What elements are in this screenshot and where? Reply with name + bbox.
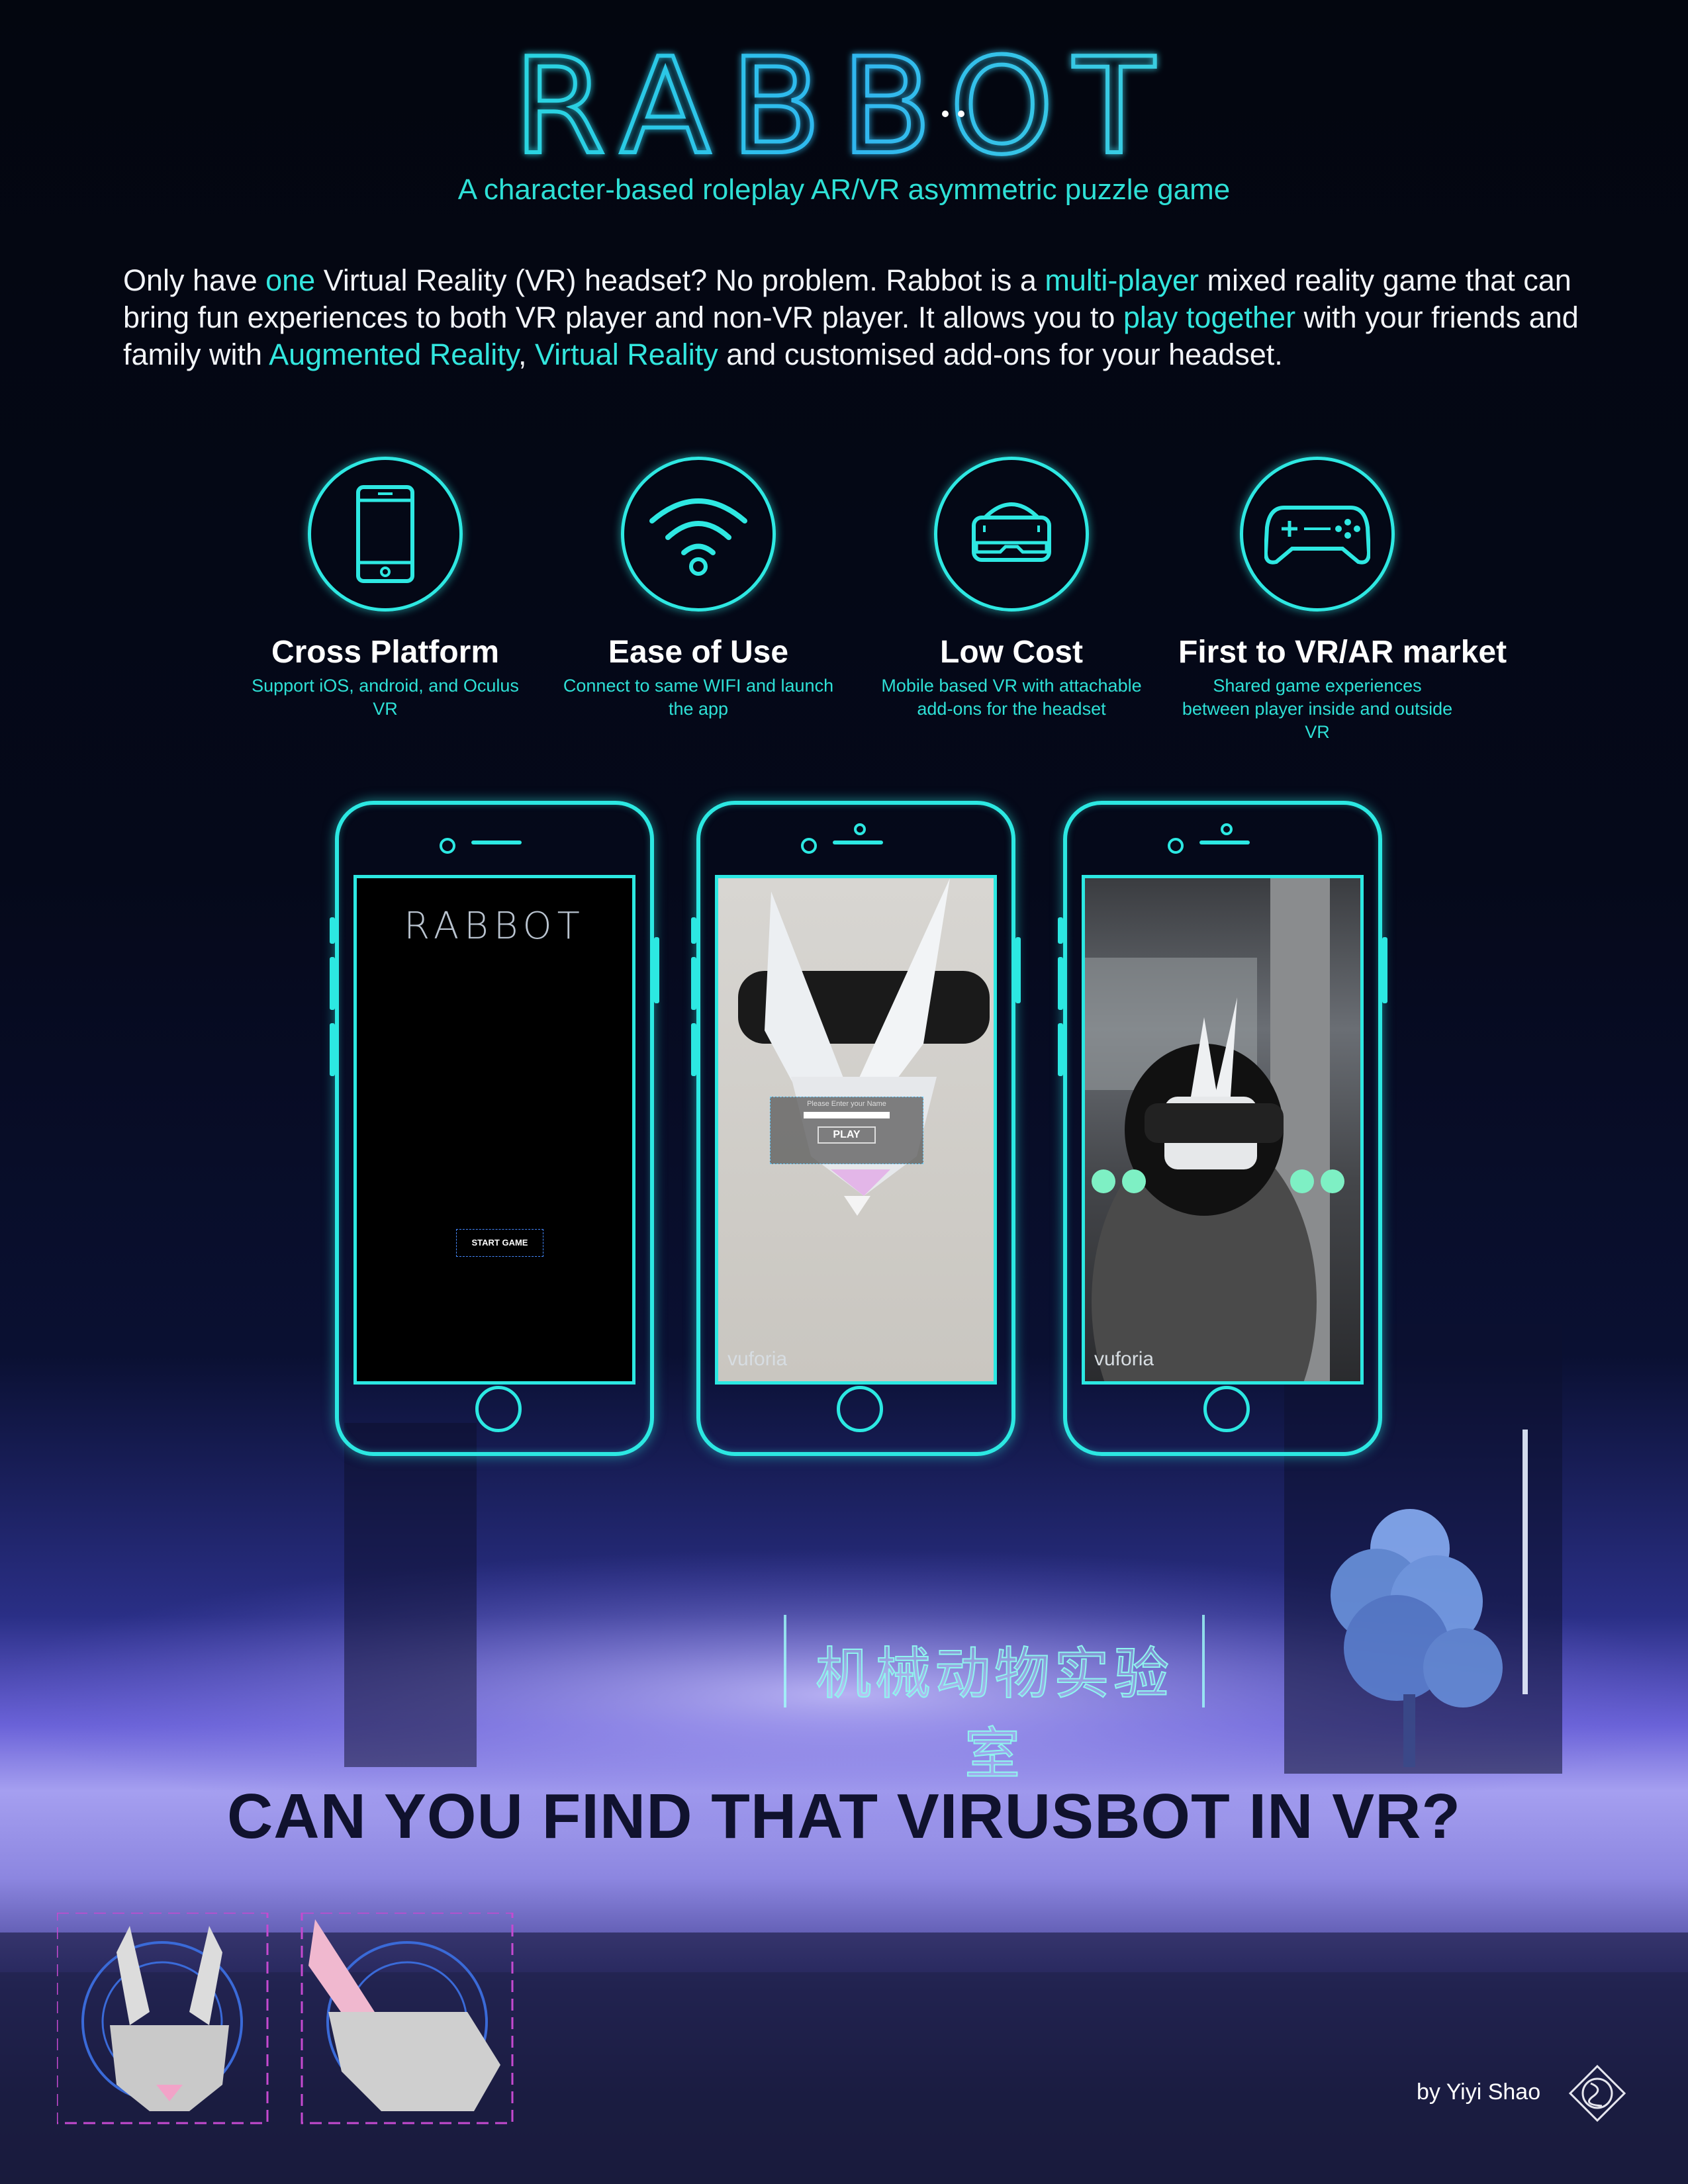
play-button[interactable]: PLAY <box>818 1126 876 1144</box>
name-prompt: Please Enter your Name <box>807 1100 886 1108</box>
phone-screen: vuforia <box>1082 875 1364 1385</box>
phone-screen: RABBOT START GAME <box>353 875 635 1385</box>
feature-desc: Shared game experiences between player i… <box>1182 676 1453 742</box>
name-input[interactable] <box>804 1112 890 1118</box>
phone-screen: Please Enter your Name PLAY vuforia <box>715 875 997 1385</box>
feature-ease-of-use: Ease of Use Connect to same WIFI and lau… <box>559 457 837 721</box>
svg-text:RABBOT: RABBOT <box>514 30 1174 179</box>
feature-desc: Connect to same WIFI and launch the app <box>563 676 834 719</box>
tagline: CAN YOU FIND THAT VIRUSBOT IN VR? <box>226 1781 1462 1852</box>
feature-desc: Support iOS, android, and Oculus VR <box>252 676 519 719</box>
arrow-left-icon[interactable] <box>1092 1169 1115 1193</box>
rabbit-front-portrait <box>57 1913 269 2124</box>
feature-title: First to VR/AR market <box>1178 635 1507 670</box>
subtitle: A character-based roleplay AR/VR asymmet… <box>457 173 1231 206</box>
feature-cross-platform: Cross Platform Support iOS, android, and… <box>246 457 524 721</box>
home-button[interactable] <box>837 1386 883 1432</box>
lab-sign: 机械动物实验室 <box>784 1615 1205 1787</box>
start-game-button[interactable]: START GAME <box>456 1229 543 1257</box>
phone-mockup-ar-view: Please Enter your Name PLAY vuforia <box>691 801 1021 1456</box>
gamepad-icon <box>1240 457 1395 612</box>
vuforia-watermark: vuforia <box>727 1348 788 1370</box>
rabbot-logo: RABBOT <box>512 28 1174 179</box>
home-button[interactable] <box>475 1386 522 1432</box>
feature-low-cost: Low Cost Mobile based VR with attachable… <box>872 457 1150 721</box>
player-with-rabbit-headset <box>1085 878 1330 1381</box>
phone-mockup-vr-player: vuforia <box>1058 801 1387 1456</box>
arrow-down-icon[interactable] <box>1290 1169 1314 1193</box>
arrow-right-icon[interactable] <box>1122 1169 1146 1193</box>
vr-headset-icon <box>934 457 1089 612</box>
signature-logo-icon <box>1568 2064 1626 2122</box>
home-button[interactable] <box>1203 1386 1250 1432</box>
wifi-icon <box>621 457 776 612</box>
author-credit: by Yiyi Shao <box>1417 2079 1541 2105</box>
smartphone-icon <box>308 457 463 612</box>
app-logo: RABBOT <box>404 905 585 948</box>
feature-title: Ease of Use <box>608 635 789 670</box>
vuforia-watermark: vuforia <box>1094 1348 1154 1370</box>
feature-desc: Mobile based VR with attachable add-ons … <box>881 676 1142 719</box>
feature-first-to-market: First to VR/AR market Shared game experi… <box>1178 457 1507 744</box>
name-dialog: Please Enter your Name PLAY <box>770 1097 923 1164</box>
rabbit-character-portraits <box>57 1913 514 2124</box>
feature-title: Cross Platform <box>271 635 500 670</box>
lab-sign-text: 机械动物实验室 <box>815 1641 1173 1787</box>
rabbit-side-portrait <box>301 1913 514 2124</box>
feature-title: Low Cost <box>940 635 1083 670</box>
intro-paragraph: Only have one Virtual Reality (VR) heads… <box>123 263 1579 371</box>
phone-mockup-start-screen: RABBOT START GAME <box>330 801 659 1456</box>
arrow-up-icon[interactable] <box>1321 1169 1344 1193</box>
